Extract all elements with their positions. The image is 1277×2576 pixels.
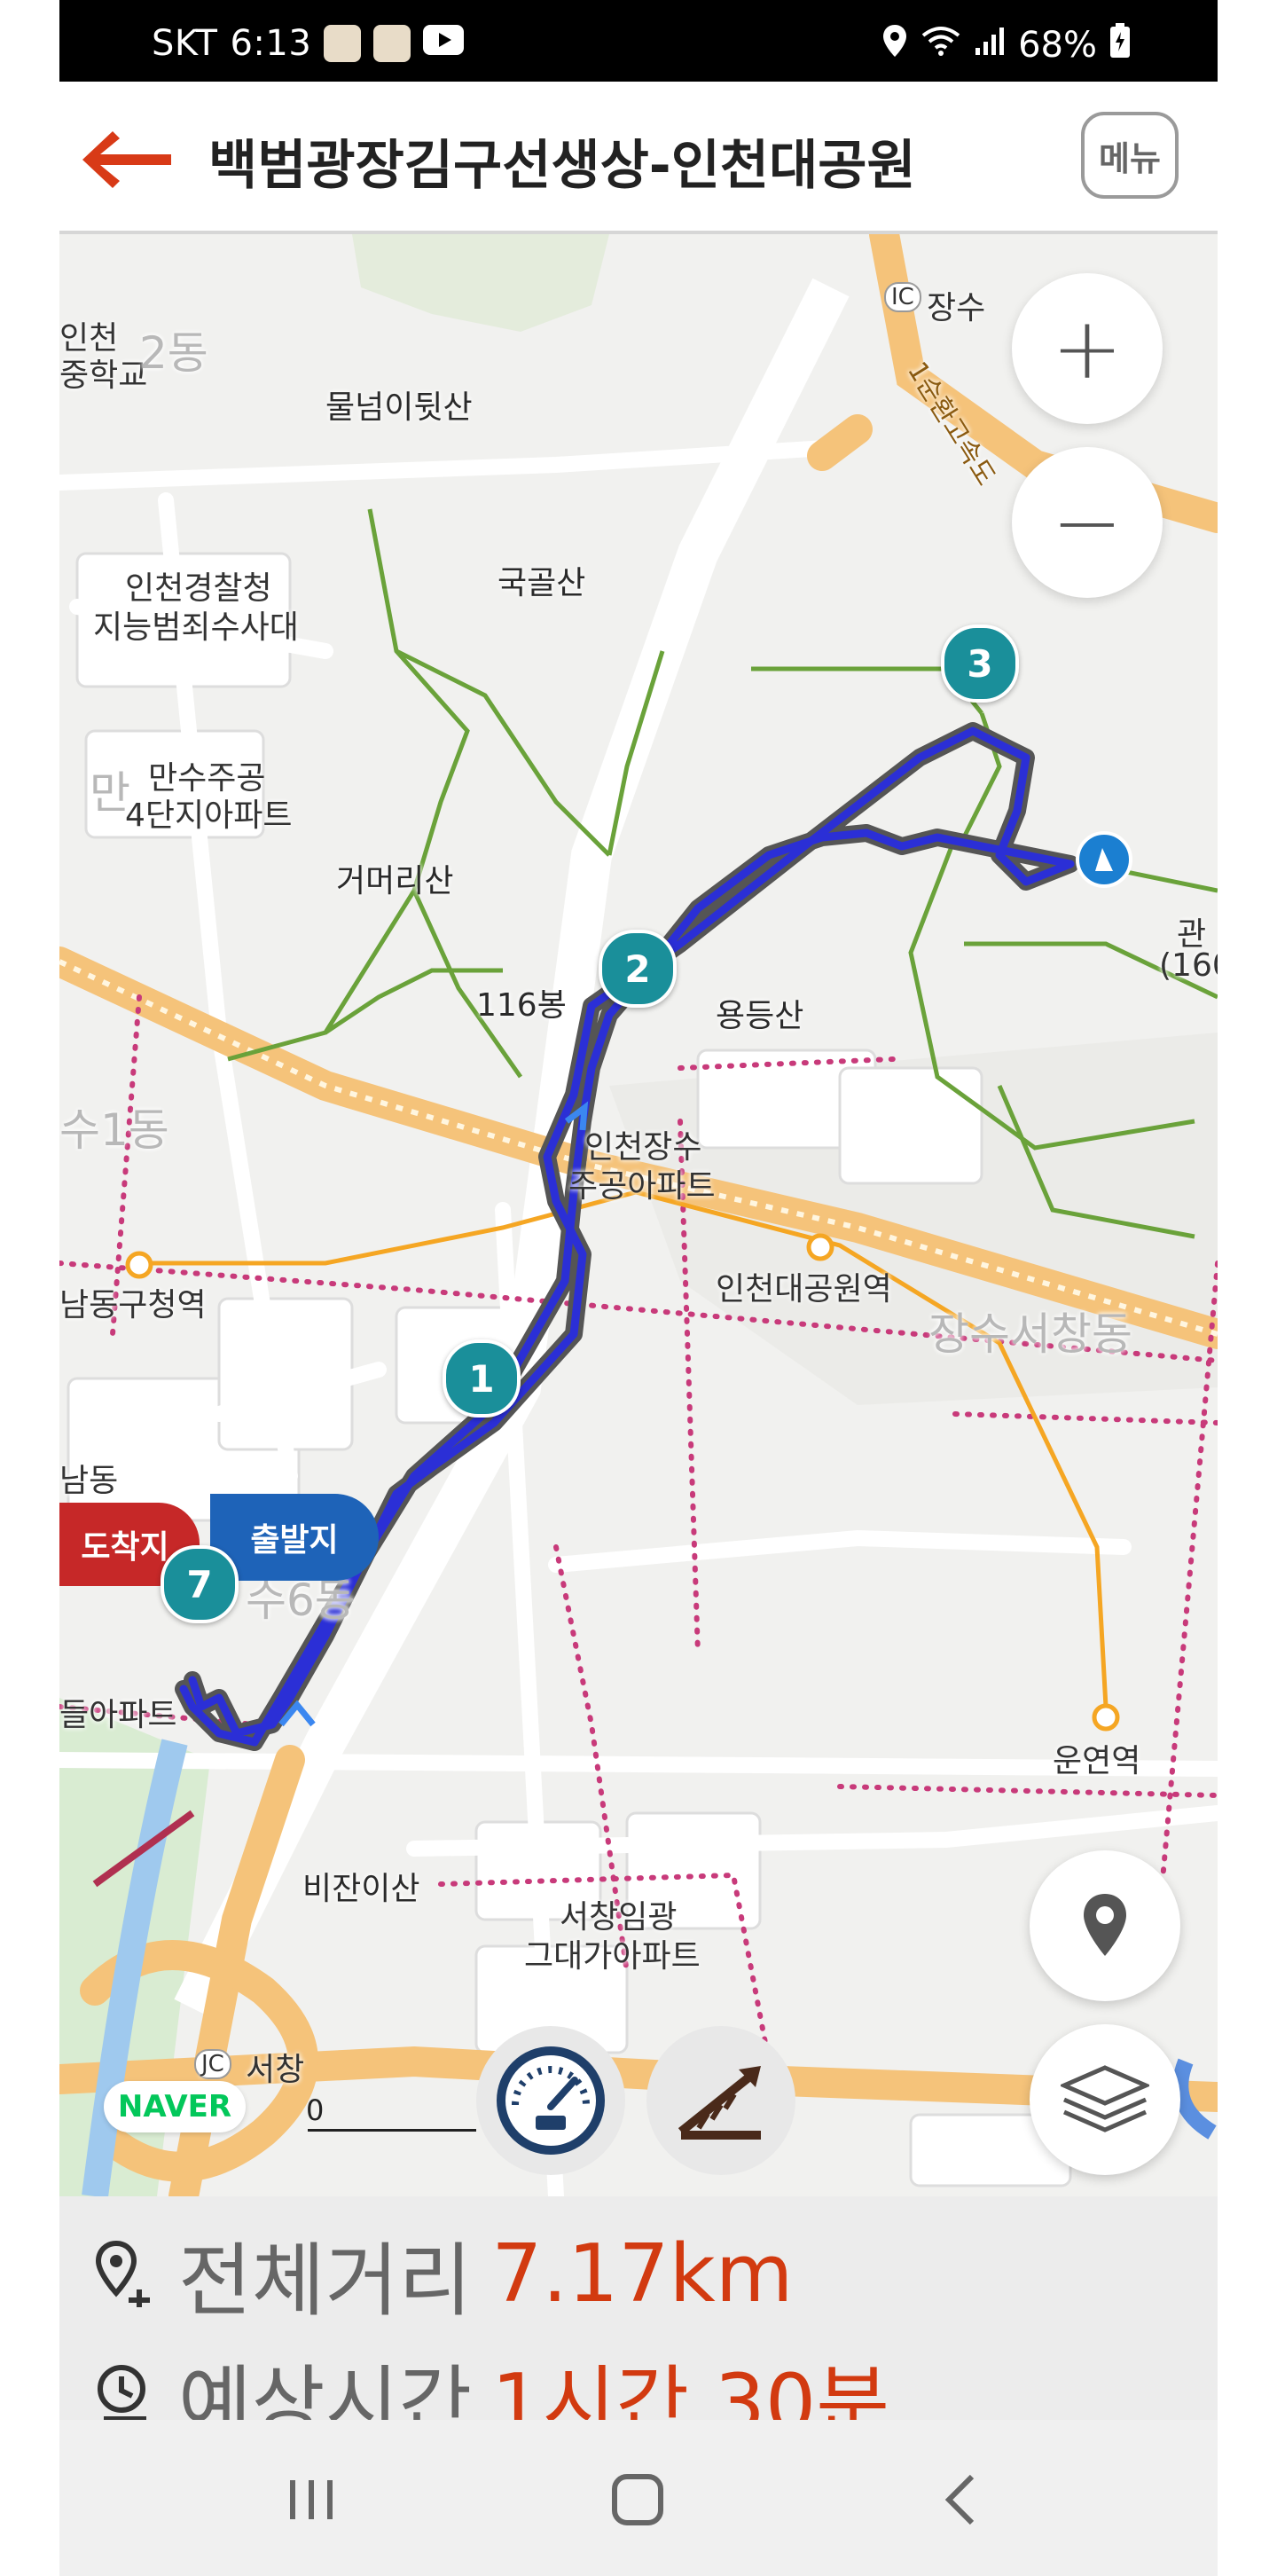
menu-button[interactable]: 메뉴 xyxy=(1081,112,1179,199)
partial-label-gwan-2: (160 xyxy=(1159,947,1218,984)
route-info-panel: 전체거리 7.17km 예상시간 1시간 30분 xyxy=(59,2196,1218,2420)
mountain-label-bijanisan: 비잔이산 xyxy=(302,1871,420,1907)
status-bar: SKT 6:13 68% xyxy=(59,0,1218,82)
apt-label-partial: 들아파트 xyxy=(59,1697,177,1733)
zoom-out-button[interactable]: − xyxy=(1012,447,1163,598)
ic-label-jangsu: 장수 xyxy=(927,290,986,326)
time-row: 예상시간 1시간 30분 xyxy=(93,2338,889,2420)
battery-icon xyxy=(1109,23,1131,67)
area-label-mansu1dong: 수1동 xyxy=(59,1104,169,1156)
scale-label: 0 xyxy=(306,2093,325,2127)
location-icon xyxy=(881,23,908,67)
waypoint-marker-1[interactable]: 1 xyxy=(443,1339,521,1418)
current-location-button[interactable] xyxy=(1030,1850,1180,2001)
area-label-namdong: 남동 xyxy=(59,1463,119,1499)
elevation-button[interactable] xyxy=(646,2026,795,2175)
waypoint-marker-3[interactable]: 3 xyxy=(941,624,1019,703)
jc-label-seochang: 서창 xyxy=(246,2052,305,2088)
back-icon xyxy=(944,2474,975,2525)
station-label-namdong: 남동구청역 xyxy=(59,1287,207,1323)
page-title: 백범광장김구선생상-인천대공원 xyxy=(208,135,916,197)
waypoint-marker-7[interactable]: 7 xyxy=(161,1545,239,1623)
waypoint-marker-2[interactable]: 2 xyxy=(599,930,677,1008)
mountain-label-yongdeung: 용등산 xyxy=(716,998,804,1034)
apt-label-jangsu-2: 주공아파트 xyxy=(568,1168,716,1205)
map-view[interactable]: 인천 중학교 2동 물넘이뒷산 국골산 인천경찰청 지능범죄수사대 만 만수주공… xyxy=(59,234,1218,2196)
carrier-label: SKT xyxy=(152,23,218,64)
time-value: 1시간 30분 xyxy=(491,2357,889,2420)
app-icon xyxy=(373,25,411,62)
station-label-incheon-park: 인천대공원역 xyxy=(716,1271,892,1308)
youtube-icon xyxy=(423,23,465,64)
mountain-label-mulneomi: 물넘이뒷산 xyxy=(325,389,473,426)
home-icon xyxy=(612,2474,663,2525)
speedometer-icon xyxy=(497,2046,605,2155)
arrow-left-icon xyxy=(82,131,171,188)
distance-value: 7.17km xyxy=(491,2227,794,2321)
mountain-label-gukgolsan: 국골산 xyxy=(497,565,586,601)
title-bar: 백범광장김구선생상-인천대공원 메뉴 xyxy=(59,82,1218,234)
system-nav-bar xyxy=(59,2420,1218,2576)
signal-icon xyxy=(974,25,1006,66)
station-label-unyeon: 운연역 xyxy=(1053,1743,1141,1779)
clock-icon xyxy=(98,2365,146,2420)
elevation-icon xyxy=(678,2066,761,2140)
app-icon xyxy=(324,25,362,62)
apt-label-mansu-2: 4단지아파트 xyxy=(125,797,293,834)
police-label-2: 지능범죄수사대 xyxy=(93,609,299,646)
status-right: 68% xyxy=(881,23,1131,67)
back-button[interactable] xyxy=(82,131,175,188)
status-left: SKT 6:13 xyxy=(152,23,465,64)
area-label-jangsu-seochang: 장수서창동 xyxy=(928,1308,1132,1360)
jc-badge: JC xyxy=(194,2049,231,2079)
zoom-in-button[interactable]: + xyxy=(1012,273,1163,424)
distance-pin-icon xyxy=(95,2240,150,2307)
time-label: 예상시간 xyxy=(178,2357,473,2420)
ic-badge: IC xyxy=(884,282,921,312)
map-layers-button[interactable] xyxy=(1030,2024,1180,2175)
location-pin-icon xyxy=(1084,1894,1126,1956)
scale-bar xyxy=(308,2129,476,2132)
school-label-2: 중학교 xyxy=(59,357,148,394)
apt-label-seochang-2: 그대가아파트 xyxy=(524,1938,701,1975)
mountain-label-geomeori: 거머리산 xyxy=(336,863,454,899)
dong-label: 2동 xyxy=(139,327,208,379)
speedometer-button[interactable] xyxy=(476,2026,625,2175)
mountain-label-116: 116봉 xyxy=(476,987,567,1024)
app-frame: SKT 6:13 68% 백범광장김구선생상-인천대공원 메뉴 인천 중학교 2… xyxy=(59,0,1218,2576)
clock: 6:13 xyxy=(230,23,312,64)
recent-apps-icon xyxy=(290,2480,333,2519)
naver-logo: NAVER xyxy=(104,2081,246,2132)
distance-label: 전체거리 xyxy=(178,2234,473,2328)
wifi-icon xyxy=(921,25,961,66)
battery-percent: 68% xyxy=(1018,25,1097,66)
distance-row: 전체거리 7.17km xyxy=(93,2216,793,2331)
layers-icon xyxy=(1061,2065,1149,2132)
home-button[interactable] xyxy=(602,2464,673,2535)
back-nav-button[interactable] xyxy=(925,2464,996,2535)
recent-apps-button[interactable] xyxy=(276,2464,347,2535)
